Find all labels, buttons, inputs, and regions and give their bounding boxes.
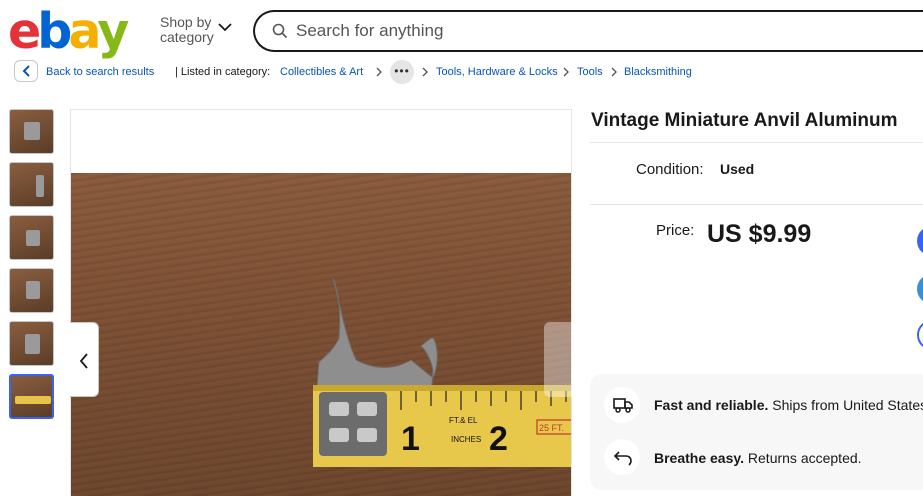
breadcrumb-item-tools[interactable]: Tools: [577, 66, 603, 78]
main-product-image[interactable]: 1 2 FT.& EL INCHES 25 FT.: [70, 109, 572, 496]
breadcrumb-item-collectibles[interactable]: Collectibles & Art: [280, 66, 363, 78]
divider: [590, 204, 923, 205]
buy-it-now-button[interactable]: [917, 226, 923, 256]
shipping-returns-panel: [590, 374, 923, 490]
listing-title: Vintage Miniature Anvil Aluminum: [591, 110, 898, 131]
shop-by-line2: category: [160, 29, 214, 45]
breadcrumb-item-blacksmithing[interactable]: Blacksmithing: [624, 66, 692, 78]
ebay-logo[interactable]: ebay: [8, 6, 130, 58]
logo-letter-e: e: [8, 3, 41, 60]
returns-feature-detail: Returns accepted.: [744, 450, 862, 466]
condition-label: Condition:: [636, 161, 704, 178]
previous-image-button[interactable]: [70, 322, 99, 397]
gallery-thumbnail[interactable]: [9, 215, 54, 260]
svg-text:25 FT.: 25 FT.: [539, 423, 564, 433]
gallery-thumbnail[interactable]: [9, 268, 54, 313]
logo-letter-b: b: [37, 3, 72, 60]
returns-feature-bold: Breathe easy.: [654, 450, 745, 466]
search-input[interactable]: Search for anything: [296, 21, 443, 41]
price-value: US $9.99: [707, 220, 812, 248]
chevron-right-icon: [376, 67, 382, 77]
svg-text:1: 1: [401, 420, 420, 458]
next-image-button[interactable]: [544, 322, 572, 397]
chevron-right-icon: [611, 67, 617, 77]
svg-text:INCHES: INCHES: [451, 435, 481, 444]
search-icon: [272, 23, 288, 39]
chevron-right-icon: [563, 67, 569, 77]
logo-letter-y: y: [97, 3, 129, 60]
logo-letter-a: a: [68, 3, 101, 60]
truck-icon: [613, 398, 633, 413]
shop-by-line1: Shop by: [160, 14, 212, 30]
return-icon: [613, 451, 632, 466]
more-categories-button[interactable]: •••: [390, 60, 414, 84]
back-to-search-link[interactable]: Back to search results: [46, 66, 154, 78]
add-to-watchlist-button[interactable]: [917, 320, 923, 350]
gallery-thumbnail-active[interactable]: [9, 374, 54, 419]
chevron-left-icon: [79, 353, 88, 369]
chevron-right-icon: [422, 67, 428, 77]
shipping-feature-bold: Fast and reliable.: [654, 397, 769, 413]
chevron-left-icon: [22, 65, 30, 77]
condition-value: Used: [720, 161, 755, 177]
divider: [590, 142, 923, 143]
shipping-feature-text: Fast and reliable. Ships from United Sta…: [654, 397, 923, 413]
gallery-thumbnail[interactable]: [9, 109, 54, 154]
gallery-thumbnail[interactable]: [9, 321, 54, 366]
add-to-cart-button[interactable]: [917, 274, 923, 304]
feature-icon-container: [604, 387, 640, 423]
listed-in-label: | Listed in category:: [175, 66, 271, 78]
svg-text:FT.& EL: FT.& EL: [449, 416, 478, 425]
gallery-thumbnail[interactable]: [9, 162, 54, 207]
breadcrumb-item-tools-hardware[interactable]: Tools, Hardware & Locks: [436, 66, 558, 78]
feature-icon-container: [604, 439, 640, 475]
anvil-photo: 1 2 FT.& EL INCHES 25 FT.: [313, 277, 571, 467]
shop-by-category-button[interactable]: Shop by category: [160, 15, 214, 45]
svg-text:2: 2: [489, 420, 508, 458]
shipping-feature-detail: Ships from United States.: [768, 397, 923, 413]
chevron-down-icon[interactable]: [218, 22, 232, 32]
back-arrow-button[interactable]: [14, 60, 38, 82]
returns-feature-text: Breathe easy. Returns accepted.: [654, 450, 862, 466]
price-label: Price:: [656, 222, 695, 239]
